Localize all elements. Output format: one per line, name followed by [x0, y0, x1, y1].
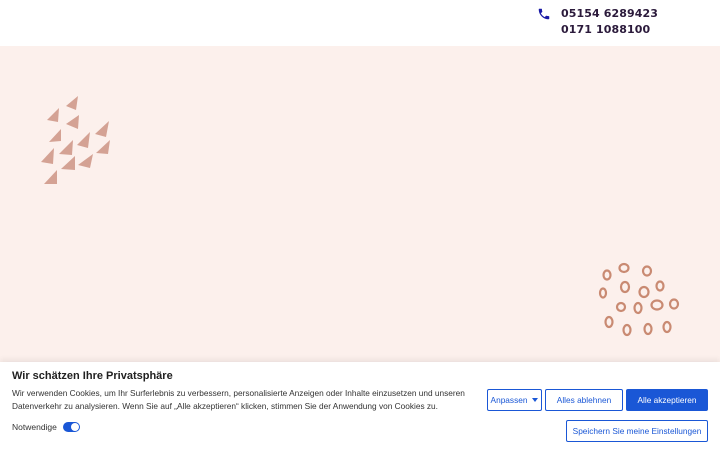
necessary-cookies-toggle[interactable] [62, 422, 80, 432]
caret-down-icon [532, 398, 539, 402]
site-header: 05154 6289423 0171 1088100 [0, 0, 720, 46]
customize-button[interactable]: Anpassen [487, 389, 542, 411]
phone-number-link[interactable]: 0171 1088100 [561, 23, 650, 36]
accept-all-button[interactable]: Alle akzeptieren [626, 389, 708, 411]
cookie-banner-description: Wir verwenden Cookies, um Ihr Surferlebn… [12, 388, 465, 411]
reject-all-button[interactable]: Alles ablehnen [545, 389, 623, 411]
phone-icon [538, 8, 550, 20]
customize-button-label: Anpassen [490, 395, 528, 405]
necessary-cookies-row: Notwendige [12, 422, 80, 432]
cookie-banner-title: Wir schätzen Ihre Privatsphäre [12, 370, 173, 382]
save-preferences-button[interactable]: Speichern Sie meine Einstellungen [566, 420, 708, 442]
decorative-circles-icon [598, 262, 680, 337]
cookie-consent-banner: Wir schätzen Ihre Privatsphäre Wir verwe… [0, 362, 720, 450]
decorative-triangles-icon [41, 96, 110, 184]
necessary-cookies-label: Notwendige [12, 422, 57, 432]
phone-number-link[interactable]: 05154 6289423 [561, 7, 658, 20]
toggle-knob [70, 423, 79, 431]
